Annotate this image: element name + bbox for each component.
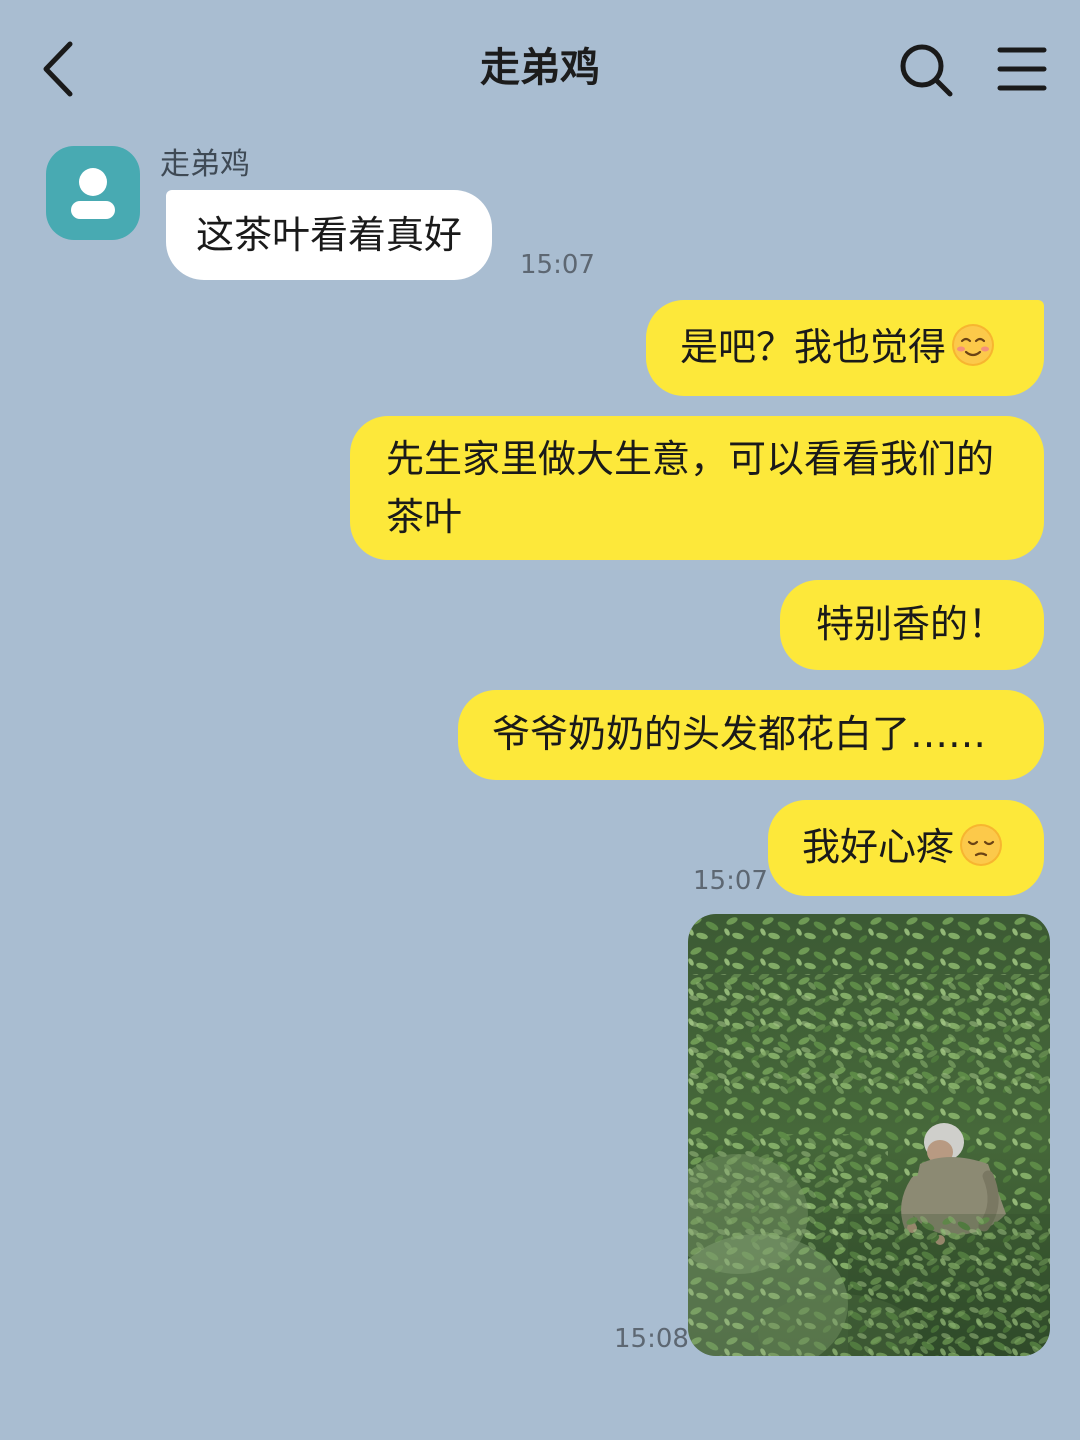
outgoing-message-bubble[interactable]: 先生家里做大生意，可以看看我们的茶叶: [350, 416, 1044, 560]
person-icon: [71, 168, 115, 219]
message-text: 我好心疼: [802, 825, 955, 869]
message-text: 先生家里做大生意，可以看看我们的茶叶: [386, 437, 995, 539]
tea-garden-photo[interactable]: [688, 914, 1050, 1356]
tea-garden-image: [688, 914, 1050, 1356]
avatar[interactable]: [46, 146, 140, 240]
message-text: 特别香的！: [816, 602, 1007, 646]
search-icon: [900, 44, 953, 97]
message-time: 15:07: [693, 866, 768, 896]
chevron-left-icon: [43, 41, 73, 97]
message-text: 爷爷奶奶的头发都花白了……: [492, 712, 987, 756]
back-button[interactable]: [30, 34, 90, 104]
menu-button[interactable]: [994, 42, 1050, 98]
menu-icon: [997, 47, 1047, 91]
message-text: 是吧？我也觉得: [680, 325, 947, 369]
outgoing-message-bubble[interactable]: 爷爷奶奶的头发都花白了……: [458, 690, 1044, 780]
outgoing-message-bubble[interactable]: 是吧？我也觉得: [646, 300, 1044, 396]
outgoing-message-bubble[interactable]: 特别香的！: [780, 580, 1044, 670]
chat-header: 走弟鸡: [0, 0, 1080, 140]
message-text: 这茶叶看着真好: [196, 213, 463, 257]
message-time: 15:08: [614, 1324, 689, 1354]
incoming-message-bubble[interactable]: 这茶叶看着真好: [166, 190, 493, 280]
search-button[interactable]: [896, 40, 956, 100]
smiling-face-icon: [952, 324, 995, 366]
outgoing-message-bubble[interactable]: 我好心疼: [768, 800, 1044, 896]
message-time: 15:07: [520, 250, 595, 280]
pensive-face-icon: [960, 824, 1003, 866]
chat-title: 走弟鸡: [480, 45, 600, 91]
sender-name: 走弟鸡: [160, 147, 250, 182]
